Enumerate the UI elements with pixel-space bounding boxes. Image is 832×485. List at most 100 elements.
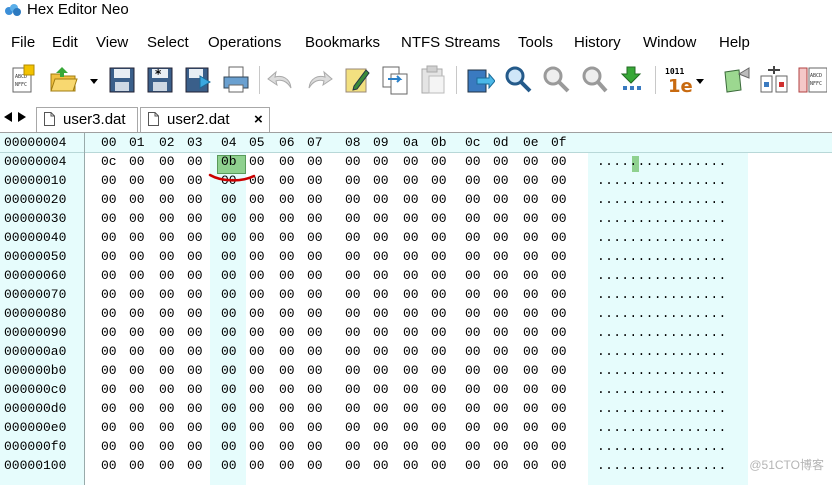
hex-byte[interactable]: 00: [307, 268, 323, 284]
close-tab-icon[interactable]: ×: [254, 108, 263, 132]
tab-user3-dat[interactable]: user3.dat: [36, 107, 138, 132]
hex-byte[interactable]: 00: [101, 287, 117, 303]
hex-byte[interactable]: 00: [159, 382, 175, 398]
hex-byte[interactable]: 00: [129, 420, 145, 436]
hex-byte[interactable]: 00: [551, 306, 567, 322]
hex-byte[interactable]: 00: [187, 344, 203, 360]
ascii-text[interactable]: ................: [597, 439, 727, 455]
hex-byte[interactable]: 00: [493, 287, 509, 303]
hex-byte[interactable]: 00: [523, 420, 539, 436]
hex-byte[interactable]: 00: [403, 173, 419, 189]
hex-byte[interactable]: 00: [431, 325, 447, 341]
hex-byte[interactable]: 00: [129, 344, 145, 360]
hex-byte[interactable]: 00: [403, 382, 419, 398]
hex-byte[interactable]: 00: [493, 268, 509, 284]
hex-byte[interactable]: 00: [129, 363, 145, 379]
hex-byte[interactable]: 00: [345, 173, 361, 189]
hex-byte[interactable]: 00: [431, 458, 447, 474]
hex-byte[interactable]: 00: [373, 306, 389, 322]
hex-byte[interactable]: 00: [129, 211, 145, 227]
hex-byte[interactable]: 00: [307, 344, 323, 360]
hex-byte[interactable]: 00: [465, 325, 481, 341]
hex-byte[interactable]: 00: [249, 230, 265, 246]
hex-byte[interactable]: 00: [345, 154, 361, 170]
hex-byte[interactable]: 00: [523, 211, 539, 227]
hex-byte[interactable]: 00: [279, 420, 295, 436]
hex-byte[interactable]: 00: [307, 154, 323, 170]
hex-byte[interactable]: 00: [431, 173, 447, 189]
hex-byte[interactable]: 00: [129, 306, 145, 322]
hex-byte[interactable]: 00: [373, 325, 389, 341]
hex-byte[interactable]: 00: [345, 439, 361, 455]
compare-icon[interactable]: [759, 64, 789, 96]
hex-byte[interactable]: 00: [465, 211, 481, 227]
ascii-text[interactable]: ................: [597, 154, 727, 170]
hex-byte[interactable]: 00: [187, 439, 203, 455]
save-all-icon[interactable]: *: [145, 64, 175, 96]
hex-byte[interactable]: 00: [465, 192, 481, 208]
hex-byte[interactable]: 00: [523, 306, 539, 322]
hex-byte[interactable]: 00: [101, 363, 117, 379]
hex-byte[interactable]: 00: [279, 382, 295, 398]
hex-byte[interactable]: 00: [465, 420, 481, 436]
hex-byte[interactable]: 00: [159, 268, 175, 284]
menu-tools[interactable]: Tools: [518, 32, 553, 54]
hex-byte[interactable]: 00: [187, 363, 203, 379]
hex-byte[interactable]: 00: [373, 382, 389, 398]
new-file-icon[interactable]: ABCDNFFC: [8, 64, 38, 96]
hex-byte[interactable]: 00: [101, 401, 117, 417]
hex-byte[interactable]: 00: [249, 268, 265, 284]
hex-byte[interactable]: 00: [101, 420, 117, 436]
hex-byte[interactable]: 00: [403, 211, 419, 227]
hex-byte[interactable]: 00: [101, 306, 117, 322]
hex-byte[interactable]: 00: [101, 173, 117, 189]
hex-byte[interactable]: 00: [403, 306, 419, 322]
hex-byte[interactable]: 00: [187, 249, 203, 265]
hex-byte[interactable]: 00: [159, 344, 175, 360]
hex-byte[interactable]: 00: [279, 173, 295, 189]
hex-byte[interactable]: 00: [403, 268, 419, 284]
menu-select[interactable]: Select: [147, 32, 189, 54]
hex-byte[interactable]: 00: [221, 439, 237, 455]
hex-byte[interactable]: 00: [431, 230, 447, 246]
hex-byte[interactable]: 00: [187, 268, 203, 284]
hex-byte[interactable]: 00: [551, 458, 567, 474]
hex-byte[interactable]: 00: [465, 287, 481, 303]
hex-byte[interactable]: 00: [279, 401, 295, 417]
hex-byte[interactable]: 00: [431, 401, 447, 417]
hex-byte[interactable]: 00: [373, 154, 389, 170]
hex-byte[interactable]: 00: [159, 287, 175, 303]
hex-byte[interactable]: 00: [465, 249, 481, 265]
hex-byte[interactable]: 00: [551, 325, 567, 341]
hex-byte[interactable]: 00: [279, 192, 295, 208]
hex-byte[interactable]: 00: [187, 230, 203, 246]
hex-byte[interactable]: 00: [307, 192, 323, 208]
hex-byte[interactable]: 00: [279, 230, 295, 246]
hex-byte[interactable]: 00: [101, 439, 117, 455]
hex-byte[interactable]: 00: [403, 439, 419, 455]
hex-byte[interactable]: 00: [551, 420, 567, 436]
menu-operations[interactable]: Operations: [208, 32, 281, 54]
hex-byte[interactable]: 00: [373, 211, 389, 227]
hex-byte[interactable]: 00: [551, 192, 567, 208]
hex-byte[interactable]: 00: [159, 249, 175, 265]
ascii-text[interactable]: ................: [597, 458, 727, 474]
hex-byte[interactable]: 00: [221, 249, 237, 265]
hex-byte[interactable]: 00: [551, 211, 567, 227]
hex-byte[interactable]: 00: [221, 401, 237, 417]
hex-byte[interactable]: 00: [307, 458, 323, 474]
hex-byte[interactable]: 00: [551, 268, 567, 284]
hex-byte[interactable]: 00: [345, 268, 361, 284]
ascii-text[interactable]: ................: [597, 325, 727, 341]
hex-byte[interactable]: 00: [345, 420, 361, 436]
hex-byte[interactable]: 00: [249, 211, 265, 227]
hex-byte[interactable]: 00: [187, 420, 203, 436]
hex-byte[interactable]: 00: [307, 306, 323, 322]
hex-byte[interactable]: 00: [493, 344, 509, 360]
hex-byte[interactable]: 00: [465, 458, 481, 474]
hex-byte[interactable]: 00: [373, 249, 389, 265]
hex-byte[interactable]: 00: [345, 230, 361, 246]
hex-byte[interactable]: 00: [403, 420, 419, 436]
hex-byte[interactable]: 00: [465, 344, 481, 360]
hex-byte[interactable]: 00: [249, 458, 265, 474]
